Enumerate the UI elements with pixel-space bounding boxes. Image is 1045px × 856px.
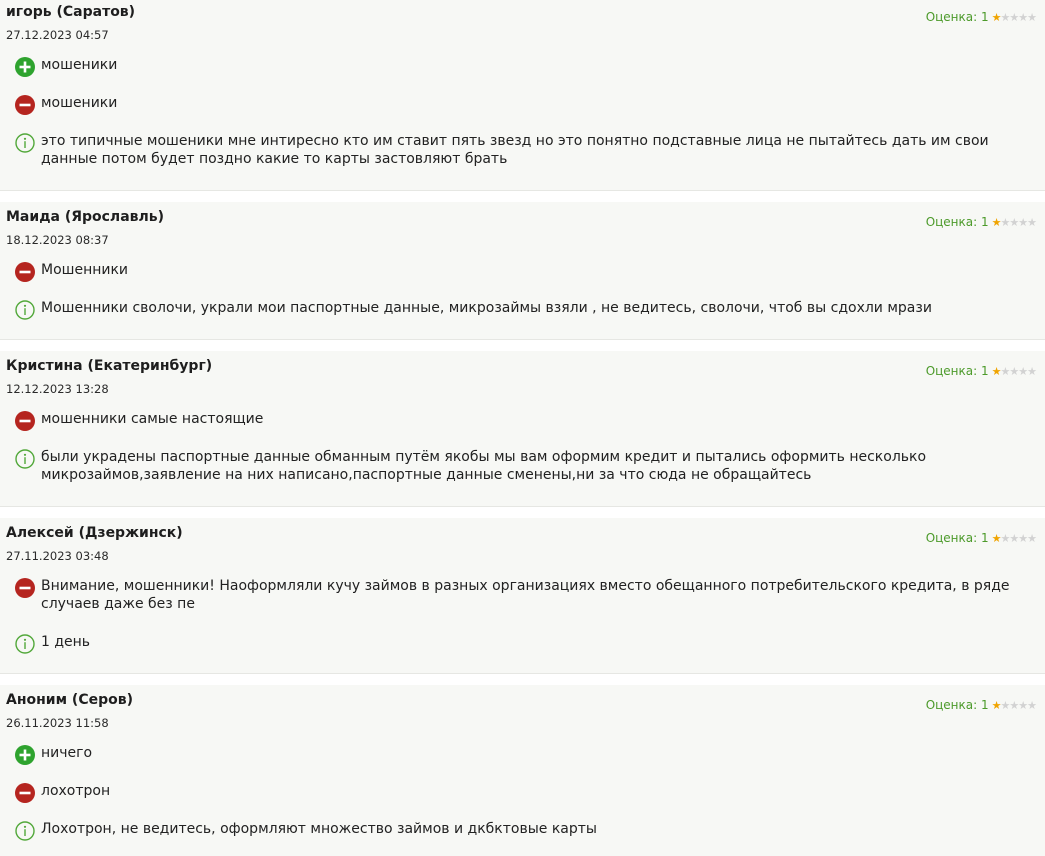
star-filled-icon: ★ bbox=[991, 10, 1002, 24]
review-minus-text: мошенники самые настоящие bbox=[41, 411, 264, 427]
minus-circle-icon bbox=[15, 783, 35, 803]
star-empty-icon: ★ bbox=[1027, 364, 1037, 378]
rating-label: Оценка: 1 bbox=[925, 531, 989, 545]
review-date: 27.12.2023 04:57 bbox=[6, 28, 109, 42]
star-empty-icon: ★ bbox=[1018, 215, 1028, 229]
review-comment: 1 день bbox=[15, 633, 1041, 654]
review-date: 26.11.2023 11:58 bbox=[6, 716, 109, 730]
rating-label: Оценка: 1 bbox=[925, 698, 989, 712]
info-circle-icon bbox=[15, 821, 35, 841]
minus-circle-icon bbox=[15, 578, 35, 598]
rating-label: Оценка: 1 bbox=[925, 364, 989, 378]
review-minus-text: лохотрон bbox=[41, 783, 111, 799]
review-comment: это типичные мошеники мне интиресно кто … bbox=[15, 132, 1041, 168]
review-minus: Мошенники bbox=[15, 261, 1041, 282]
star-filled-icon: ★ bbox=[991, 364, 1002, 378]
star-empty-icon: ★ bbox=[1009, 531, 1019, 545]
review-minus-text: Мошенники bbox=[41, 262, 129, 278]
star-empty-icon: ★ bbox=[1000, 10, 1011, 24]
review-date: 18.12.2023 08:37 bbox=[6, 233, 109, 247]
star-filled-icon: ★ bbox=[991, 698, 1002, 712]
star-empty-icon: ★ bbox=[1000, 531, 1011, 545]
review-comment: Мошенники сволочи, украли мои паспортные… bbox=[15, 299, 1041, 320]
review-plus-text: ничего bbox=[41, 745, 93, 761]
rating-label: Оценка: 1 bbox=[925, 215, 989, 229]
review-card: Маида (Ярославль) 18.12.2023 08:37 Оценк… bbox=[0, 202, 1045, 340]
star-empty-icon: ★ bbox=[1018, 698, 1028, 712]
star-empty-icon: ★ bbox=[1027, 10, 1037, 24]
review-plus: ничего bbox=[15, 744, 1041, 765]
review-comment: были украдены паспортные данные обманным… bbox=[15, 448, 1041, 484]
review-rating: Оценка: 1 ★ ★ ★ ★ ★ bbox=[925, 215, 1037, 229]
review-comment-text: это типичные мошеники мне интиресно кто … bbox=[41, 133, 989, 167]
review-rating: Оценка: 1 ★ ★ ★ ★ ★ bbox=[925, 698, 1037, 712]
review-author: Кристина (Екатеринбург) bbox=[6, 358, 213, 374]
info-circle-icon bbox=[15, 133, 35, 153]
star-empty-icon: ★ bbox=[1018, 364, 1028, 378]
review-comment-text: Лохотрон, не ведитесь, оформляют множест… bbox=[41, 821, 597, 837]
review-date: 12.12.2023 13:28 bbox=[6, 382, 109, 396]
review-card: Алексей (Дзержинск) 27.11.2023 03:48 Оце… bbox=[0, 518, 1045, 674]
review-author: Аноним (Серов) bbox=[6, 692, 133, 708]
star-empty-icon: ★ bbox=[1009, 698, 1019, 712]
rating-stars: ★ ★ ★ ★ ★ bbox=[991, 10, 1037, 24]
star-empty-icon: ★ bbox=[1027, 215, 1037, 229]
review-author: Маида (Ярославль) bbox=[6, 209, 164, 225]
star-empty-icon: ★ bbox=[1018, 10, 1028, 24]
star-empty-icon: ★ bbox=[1009, 215, 1019, 229]
star-empty-icon: ★ bbox=[1027, 531, 1037, 545]
star-empty-icon: ★ bbox=[1027, 698, 1037, 712]
review-minus: Внимание, мошенники! Наоформляли кучу за… bbox=[15, 577, 1041, 613]
star-empty-icon: ★ bbox=[1000, 215, 1011, 229]
review-minus: мошеники bbox=[15, 94, 1041, 115]
minus-circle-icon bbox=[15, 411, 35, 431]
plus-circle-icon bbox=[15, 745, 35, 765]
plus-circle-icon bbox=[15, 57, 35, 77]
review-comment-text: были украдены паспортные данные обманным… bbox=[41, 449, 927, 483]
star-filled-icon: ★ bbox=[991, 215, 1002, 229]
review-comment-text: 1 день bbox=[41, 634, 91, 650]
review-card: Кристина (Екатеринбург) 12.12.2023 13:28… bbox=[0, 351, 1045, 507]
review-minus-text: Внимание, мошенники! Наоформляли кучу за… bbox=[41, 578, 1010, 612]
review-minus: мошенники самые настоящие bbox=[15, 410, 1041, 431]
review-author: игорь (Саратов) bbox=[6, 4, 136, 20]
minus-circle-icon bbox=[15, 262, 35, 282]
star-empty-icon: ★ bbox=[1000, 364, 1011, 378]
rating-label: Оценка: 1 bbox=[925, 10, 989, 24]
review-card: игорь (Саратов) 27.12.2023 04:57 Оценка:… bbox=[0, 0, 1045, 191]
rating-stars: ★ ★ ★ ★ ★ bbox=[991, 531, 1037, 545]
info-circle-icon bbox=[15, 300, 35, 320]
review-rating: Оценка: 1 ★ ★ ★ ★ ★ bbox=[925, 364, 1037, 378]
star-empty-icon: ★ bbox=[1000, 698, 1011, 712]
review-comment: Лохотрон, не ведитесь, оформляют множест… bbox=[15, 820, 1041, 841]
star-empty-icon: ★ bbox=[1009, 364, 1019, 378]
rating-stars: ★ ★ ★ ★ ★ bbox=[991, 698, 1037, 712]
rating-stars: ★ ★ ★ ★ ★ bbox=[991, 215, 1037, 229]
review-plus-text: мошеники bbox=[41, 57, 118, 73]
review-rating: Оценка: 1 ★ ★ ★ ★ ★ bbox=[925, 10, 1037, 24]
minus-circle-icon bbox=[15, 95, 35, 115]
rating-stars: ★ ★ ★ ★ ★ bbox=[991, 364, 1037, 378]
review-plus: мошеники bbox=[15, 56, 1041, 77]
info-circle-icon bbox=[15, 449, 35, 469]
review-minus-text: мошеники bbox=[41, 95, 118, 111]
info-circle-icon bbox=[15, 634, 35, 654]
review-comment-text: Мошенники сволочи, украли мои паспортные… bbox=[41, 300, 932, 316]
star-filled-icon: ★ bbox=[991, 531, 1002, 545]
review-rating: Оценка: 1 ★ ★ ★ ★ ★ bbox=[925, 531, 1037, 545]
review-date: 27.11.2023 03:48 bbox=[6, 549, 109, 563]
review-card: Аноним (Серов) 26.11.2023 11:58 Оценка: … bbox=[0, 685, 1045, 856]
review-minus: лохотрон bbox=[15, 782, 1041, 803]
review-author: Алексей (Дзержинск) bbox=[6, 525, 183, 541]
star-empty-icon: ★ bbox=[1009, 10, 1019, 24]
star-empty-icon: ★ bbox=[1018, 531, 1028, 545]
